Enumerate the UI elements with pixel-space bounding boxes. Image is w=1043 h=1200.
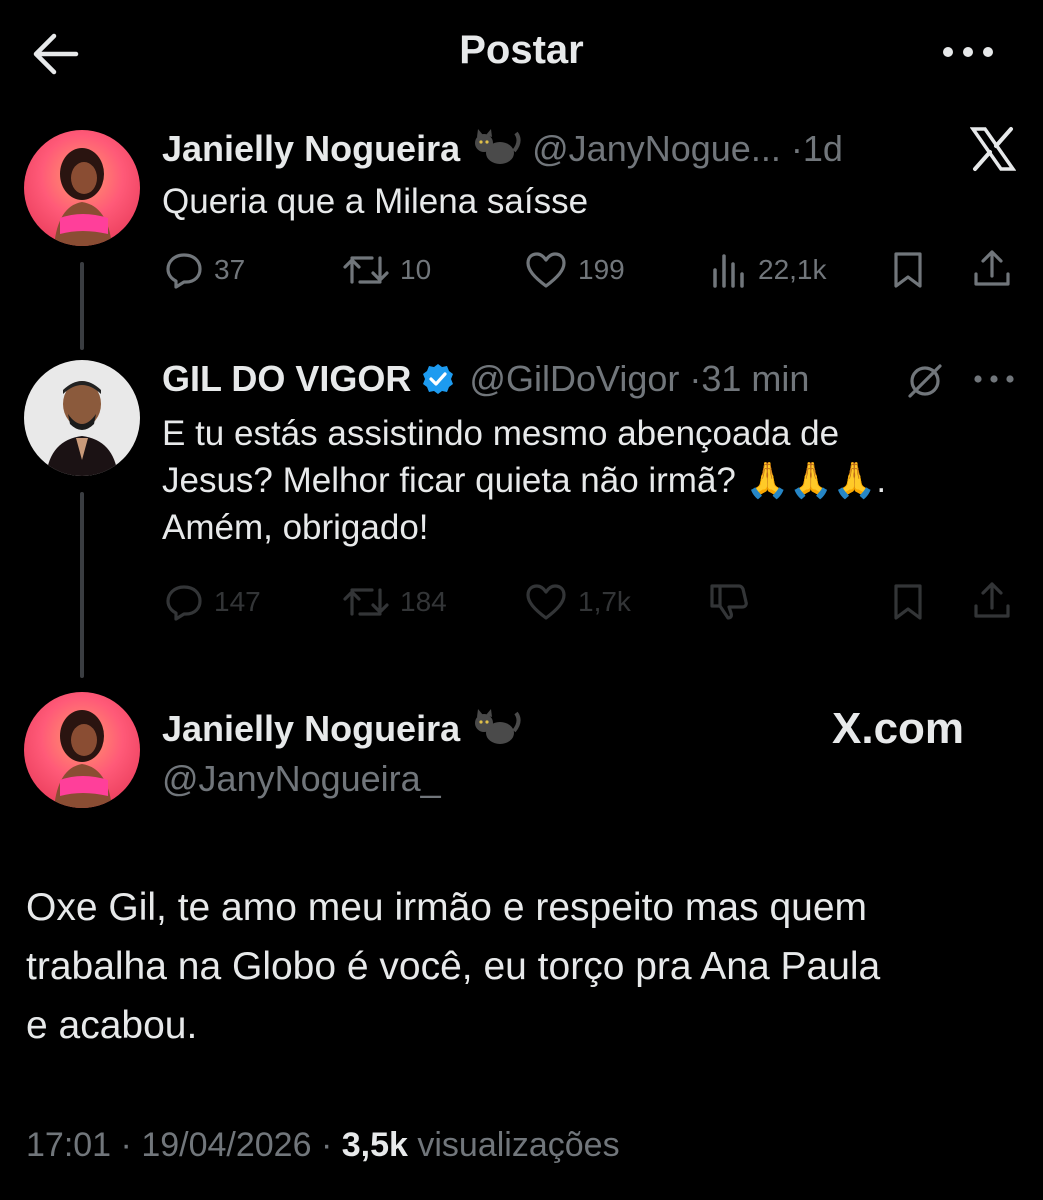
author-handle[interactable]: @JanyNogueira_ xyxy=(162,758,441,800)
views-button[interactable]: 22,1k xyxy=(710,250,827,290)
text-line: E tu estás assistindo mesmo abençoada de xyxy=(162,414,840,453)
like-count: 1,7k xyxy=(578,586,631,617)
retweet-icon xyxy=(343,588,389,616)
retweet-count: 184 xyxy=(400,586,447,617)
reply-button[interactable]: 147 xyxy=(164,582,261,622)
grok-icon[interactable] xyxy=(904,360,946,407)
post-time[interactable]: 17:01 xyxy=(26,1126,111,1164)
text-line: trabalha na Globo é você, eu torço pra A… xyxy=(26,945,881,988)
author-name[interactable]: Janielly Nogueira xyxy=(162,708,460,749)
separator: · xyxy=(790,128,803,169)
cat-emoji-icon xyxy=(470,129,522,176)
author-handle[interactable]: @GilDoVigor xyxy=(469,358,679,399)
post-date[interactable]: 19/04/2026 xyxy=(141,1126,311,1164)
x-logo-icon[interactable] xyxy=(969,126,1017,177)
timestamp[interactable]: 1d xyxy=(803,128,843,169)
retweet-button[interactable]: 184 xyxy=(342,582,447,622)
more-icon[interactable] xyxy=(972,370,1016,393)
author-name[interactable]: Janielly Nogueira xyxy=(162,128,460,169)
reply-button[interactable]: 37 xyxy=(164,250,245,290)
views-icon xyxy=(713,254,744,288)
views-count: 22,1k xyxy=(758,254,827,285)
reply-count: 37 xyxy=(214,254,246,285)
bookmark-icon[interactable] xyxy=(890,582,926,627)
retweet-icon xyxy=(343,256,389,284)
bookmark-icon[interactable] xyxy=(890,250,926,295)
text-line: Oxe Gil, te amo meu irmão e respeito mas… xyxy=(26,886,867,929)
author-handle[interactable]: @JanyNogue... xyxy=(532,128,781,169)
main-author-line: Janielly Nogueira xyxy=(162,708,522,756)
tweet2-header: GIL DO VIGOR @GilDoVigor ·31 min xyxy=(162,358,809,405)
tweet1-header: Janielly Nogueira @JanyNogue... ·1d xyxy=(162,128,843,176)
main-tweet-text: Oxe Gil, te amo meu irmão e respeito mas… xyxy=(26,878,1016,1055)
separator: · xyxy=(689,358,702,399)
like-count: 199 xyxy=(578,254,625,285)
downvote-icon[interactable] xyxy=(708,580,752,627)
reply-icon xyxy=(166,585,202,621)
avatar-janielly[interactable] xyxy=(24,692,140,808)
brand-watermark: X.com xyxy=(832,704,965,753)
avatar-gil[interactable] xyxy=(24,360,140,476)
top-bar: Postar xyxy=(0,0,1043,110)
like-icon xyxy=(526,584,566,620)
reply-icon xyxy=(166,253,202,289)
separator: · xyxy=(120,1126,132,1164)
share-icon[interactable] xyxy=(972,580,1012,627)
avatar-janielly[interactable] xyxy=(24,130,140,246)
tweet2-text: E tu estás assistindo mesmo abençoada de… xyxy=(162,410,1022,551)
page-title: Postar xyxy=(459,28,584,72)
reply-count: 147 xyxy=(214,586,261,617)
thread-line xyxy=(80,492,84,678)
cat-emoji-icon xyxy=(470,709,522,756)
views-count: 3,5k xyxy=(341,1126,408,1164)
text-line: e acabou. xyxy=(26,1004,198,1047)
author-name[interactable]: GIL DO VIGOR xyxy=(162,358,411,399)
retweet-count: 10 xyxy=(400,254,432,285)
text-line: Jesus? Melhor ficar quieta não irmã? 🙏🙏🙏… xyxy=(162,461,887,500)
separator: · xyxy=(320,1126,333,1164)
tweet1-text: Queria que a Milena saísse xyxy=(162,182,589,221)
thread-line xyxy=(80,262,84,350)
retweet-button[interactable]: 10 xyxy=(342,250,431,290)
views-label: visualizações xyxy=(417,1126,620,1164)
like-button[interactable]: 1,7k xyxy=(524,582,631,622)
verified-badge-icon xyxy=(421,362,459,405)
timestamp[interactable]: 31 min xyxy=(701,358,809,399)
like-icon xyxy=(526,252,566,288)
like-button[interactable]: 199 xyxy=(524,250,625,290)
tweet-meta: 17:01 · 19/04/2026 · 3,5k visualizações xyxy=(26,1126,620,1165)
share-icon[interactable] xyxy=(972,248,1012,295)
more-icon[interactable] xyxy=(940,30,1000,74)
text-line: Amém, obrigado! xyxy=(162,508,429,547)
